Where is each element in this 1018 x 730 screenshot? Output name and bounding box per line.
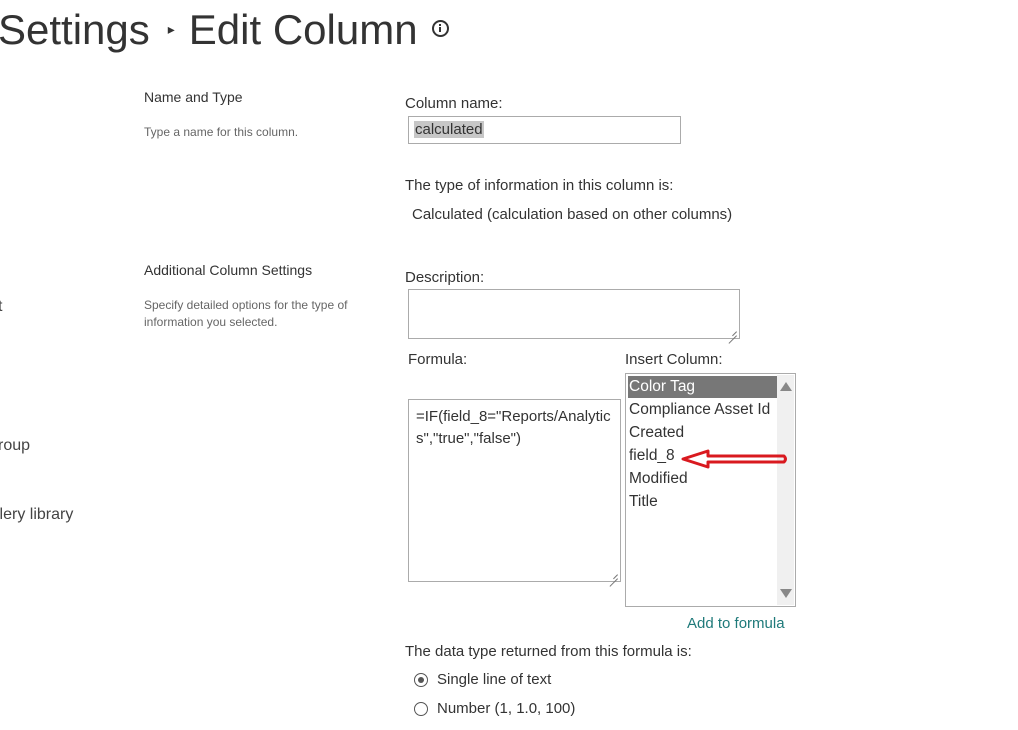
name-type-section-desc: Type a name for this column. — [144, 125, 299, 139]
additional-section-title: Additional Column Settings — [144, 262, 313, 278]
formula-value: =IF(field_8="Reports/Analytics","true","… — [416, 408, 611, 447]
type-label: The type of information in this column i… — [405, 177, 674, 194]
name-type-section-title: Name and Type — [144, 89, 243, 105]
list-item-title[interactable]: Title — [628, 491, 777, 513]
column-name-input[interactable]: calculated — [408, 116, 681, 144]
scroll-up-arrow-icon[interactable] — [780, 382, 792, 391]
column-name-value: calculated — [414, 121, 484, 138]
annotation-arrow-icon — [681, 449, 787, 469]
description-textarea[interactable] — [408, 289, 740, 339]
list-item-modified[interactable]: Modified — [628, 468, 777, 490]
nav-item-partial-3[interactable]: llery library — [0, 506, 73, 524]
formula-textarea[interactable]: =IF(field_8="Reports/Analytics","true","… — [408, 399, 621, 582]
type-value: Calculated (calculation based on other c… — [412, 206, 733, 223]
radio-number[interactable] — [414, 702, 428, 716]
scroll-down-arrow-icon[interactable] — [780, 589, 792, 598]
breadcrumb-separator-icon: ▸ — [167, 20, 175, 37]
radio-single-line-text[interactable] — [414, 673, 428, 687]
nav-item-partial-2[interactable]: roup — [0, 437, 30, 455]
resize-grip-icon[interactable] — [609, 570, 618, 579]
insert-column-label: Insert Column: — [625, 351, 723, 368]
column-name-label: Column name: — [405, 95, 503, 112]
return-type-label: The data type returned from this formula… — [405, 643, 692, 660]
info-icon[interactable] — [431, 20, 449, 38]
resize-grip-icon[interactable] — [728, 327, 737, 336]
radio-label-single-line-text: Single line of text — [437, 671, 552, 688]
list-item-created[interactable]: Created — [628, 422, 777, 444]
description-label: Description: — [405, 269, 485, 286]
page-title: Edit Column — [188, 6, 418, 53]
radio-label-number: Number (1, 1.0, 100) — [437, 700, 576, 717]
formula-label: Formula: — [408, 351, 468, 368]
additional-section-desc: Specify detailed options for the type of… — [144, 298, 348, 329]
listbox-scrollbar[interactable] — [777, 375, 794, 605]
list-item-compliance-asset-id[interactable]: Compliance Asset Id — [628, 399, 777, 421]
breadcrumb-settings[interactable]: Settings — [0, 6, 150, 53]
add-to-formula-link[interactable]: Add to formula — [687, 615, 785, 632]
insert-column-listbox[interactable]: Color Tag Compliance Asset Id Created fi… — [625, 373, 796, 607]
nav-item-partial-1[interactable]: t — [0, 298, 2, 316]
page-header: Settings ▸ Edit Column — [0, 4, 449, 59]
list-item-color-tag[interactable]: Color Tag — [628, 376, 777, 398]
